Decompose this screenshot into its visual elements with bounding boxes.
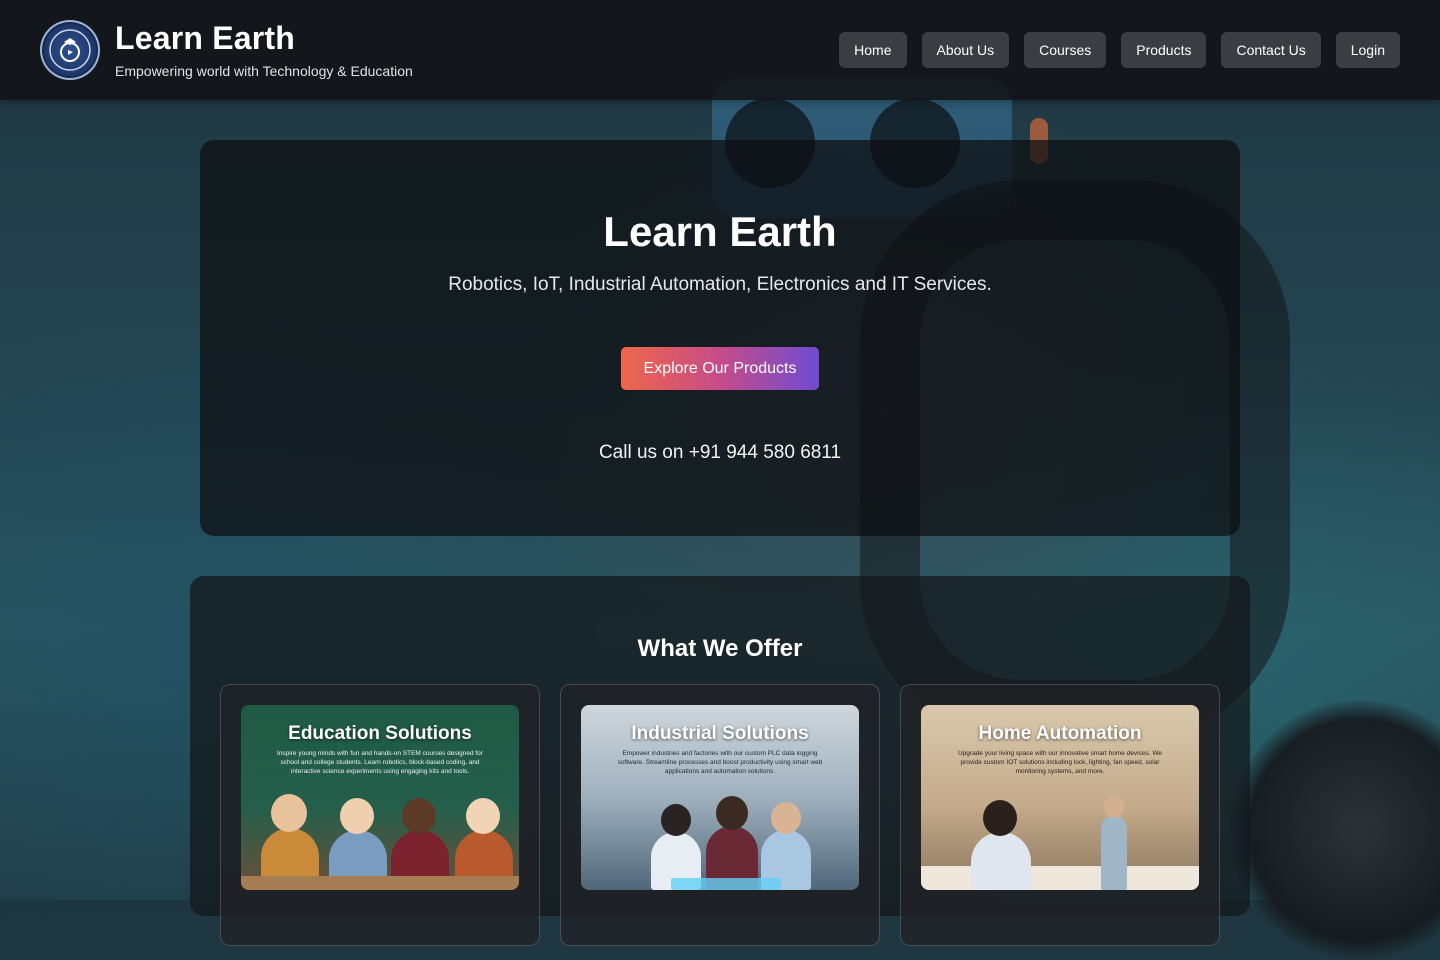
home-illustration [921,795,1199,890]
engineers-illustration [581,795,859,890]
home-automation-image: Home Automation Upgrade your living spac… [921,705,1199,890]
kids-illustration [241,794,519,890]
card-description: Upgrade your living space with our innov… [957,750,1162,775]
offer-title: What We Offer [637,635,803,662]
explore-products-button[interactable]: Explore Our Products [621,347,819,390]
card-title: Industrial Solutions [631,723,809,744]
offer-card-education[interactable]: Education Solutions Inspire young minds … [220,684,540,946]
main-nav: Home About Us Courses Products Contact U… [839,32,1400,68]
logo-icon[interactable] [40,20,100,80]
hero-card: Learn Earth Robotics, IoT, Industrial Au… [200,140,1240,536]
nav-products-button[interactable]: Products [1121,32,1207,68]
site-header: Learn Earth Empowering world with Techno… [0,0,1440,100]
card-description: Empower industries and factories with ou… [617,750,823,775]
nav-login-button[interactable]: Login [1335,32,1400,68]
logo-emblem-icon [49,29,91,71]
nav-home-button[interactable]: Home [839,32,907,68]
card-title: Home Automation [978,723,1142,744]
education-solutions-image: Education Solutions Inspire young minds … [241,705,519,890]
card-title: Education Solutions [288,723,472,744]
industrial-solutions-image: Industrial Solutions Empower industries … [581,705,859,890]
background-robot-wheel [1230,700,1440,960]
brand-tagline: Empowering world with Technology & Educa… [115,63,413,79]
brand-title: Learn Earth [115,20,296,56]
nav-about-button[interactable]: About Us [921,32,1010,68]
hero-title: Learn Earth [603,208,837,255]
hero-subtitle: Robotics, IoT, Industrial Automation, El… [448,274,992,295]
offer-card-home-automation[interactable]: Home Automation Upgrade your living spac… [900,684,1220,946]
card-description: Inspire young minds with fun and hands-o… [277,750,483,775]
offer-section: What We Offer Education Solutions Inspir… [190,576,1250,946]
nav-contact-button[interactable]: Contact Us [1221,32,1321,68]
call-us-text: Call us on +91 944 580 6811 [598,442,842,463]
nav-courses-button[interactable]: Courses [1024,32,1107,68]
offer-card-industrial[interactable]: Industrial Solutions Empower industries … [560,684,880,946]
